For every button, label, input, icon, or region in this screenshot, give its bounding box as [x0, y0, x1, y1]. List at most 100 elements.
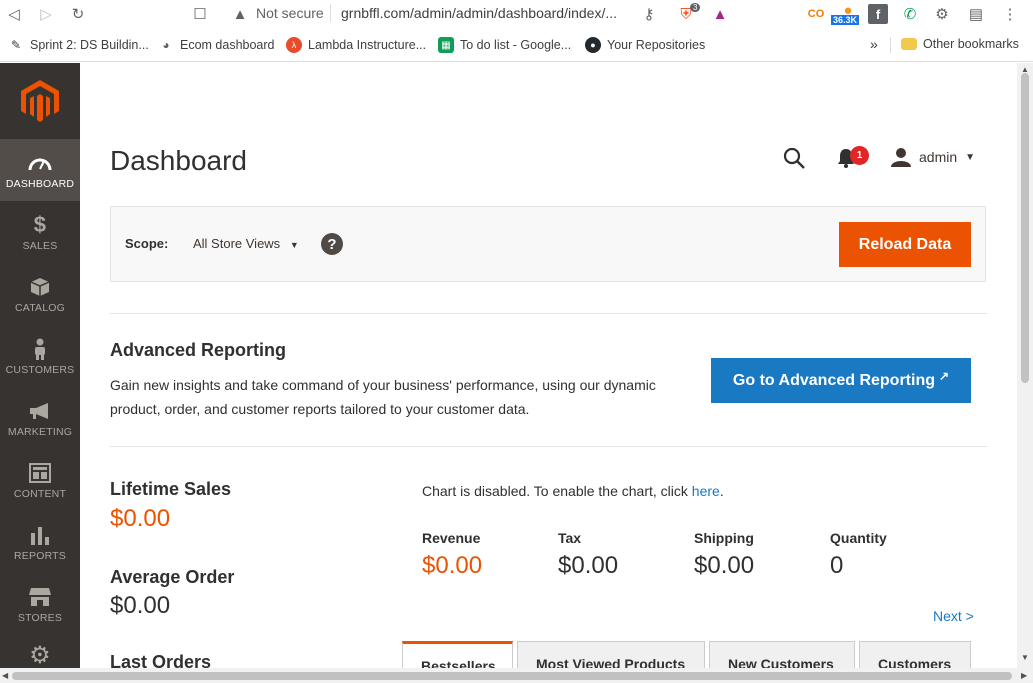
- scroll-left-arrow-icon[interactable]: ◀: [2, 671, 8, 680]
- key-icon[interactable]: ⚷: [639, 4, 659, 24]
- back-icon[interactable]: ◁: [4, 4, 24, 24]
- nav-label: CUSTOMERS: [5, 363, 75, 376]
- bookmarks-overflow-button[interactable]: »: [870, 36, 878, 52]
- tab-bestsellers[interactable]: Bestsellers: [402, 641, 513, 668]
- address-bar[interactable]: grnbffl.com/admin/admin/dashboard/index/…: [341, 5, 617, 21]
- wallet-icon[interactable]: ▤: [966, 4, 986, 24]
- bookmark-label: To do list - Google...: [460, 38, 572, 52]
- bar-chart-icon: [29, 523, 51, 547]
- scroll-right-arrow-icon[interactable]: ▶: [1021, 671, 1027, 680]
- horizontal-scrollbar[interactable]: ◀ ▶: [0, 668, 1033, 683]
- nav-label: REPORTS: [14, 549, 66, 562]
- github-icon: ●: [585, 37, 601, 53]
- nav-label: STORES: [17, 611, 63, 624]
- reload-data-button[interactable]: Reload Data: [839, 222, 971, 267]
- bookmark-lambda[interactable]: λ Lambda Instructure...: [286, 37, 426, 53]
- chart-message-period: .: [719, 483, 724, 499]
- quantity-value: 0: [830, 552, 844, 579]
- nav-label: DASHBOARD: [5, 177, 75, 190]
- advanced-reporting-button-label: Go to Advanced Reporting: [732, 371, 935, 389]
- store-icon: [28, 585, 52, 609]
- chevron-down-icon: ▼: [289, 240, 299, 250]
- url-separator: [330, 4, 331, 22]
- store-view-switcher[interactable]: All Store Views ▼: [193, 236, 299, 251]
- bookmark-todo[interactable]: ▦ To do list - Google...: [438, 37, 571, 53]
- tab-customers[interactable]: Customers: [859, 641, 971, 668]
- layout-icon: [29, 461, 51, 485]
- bookmark-ecom[interactable]: ◕ Ecom dashboard: [158, 37, 275, 53]
- next-link[interactable]: Next >: [933, 608, 974, 624]
- enable-chart-link[interactable]: here: [692, 483, 720, 499]
- person-icon: [33, 337, 47, 361]
- browser-toolbar: ◁ ▷ ↻ ☐ ▲ Not secure grnbffl.com/admin/a…: [0, 0, 1033, 28]
- lifetime-sales-label: Lifetime Sales: [110, 479, 232, 499]
- nav-stores[interactable]: STORES: [0, 573, 80, 635]
- security-label: Not secure: [256, 5, 324, 21]
- scope-label: Scope:: [125, 236, 169, 251]
- bookmark-label: Ecom dashboard: [180, 38, 275, 52]
- chart-disabled-message: Chart is disabled. To enable the chart, …: [422, 483, 724, 499]
- globe-icon: ◕: [162, 38, 170, 52]
- vertical-scroll-thumb[interactable]: [1021, 73, 1029, 383]
- box-icon: [30, 275, 50, 299]
- bookmark-star-icon[interactable]: ☐: [190, 4, 210, 24]
- nav-catalog[interactable]: CATALOG: [0, 263, 80, 325]
- forward-icon[interactable]: ▷: [36, 4, 56, 24]
- bookmarks-separator: [890, 37, 891, 53]
- nav-label: SALES: [22, 239, 58, 252]
- advanced-reporting-text: Gain new insights and take command of yo…: [110, 377, 656, 417]
- tax-total: Tax $0.00: [558, 530, 618, 580]
- nav-sales[interactable]: $ SALES: [0, 201, 80, 263]
- admin-user-menu[interactable]: admin ▼: [891, 147, 975, 167]
- dashboard-tabs: Bestsellers Most Viewed Products New Cus…: [402, 641, 971, 668]
- advanced-reporting-title: Advanced Reporting: [110, 340, 287, 360]
- scope-help-icon[interactable]: ?: [321, 233, 343, 255]
- revenue-label: Revenue: [422, 530, 481, 546]
- magento-logo[interactable]: [0, 63, 80, 139]
- sheets-icon: ▦: [438, 37, 454, 53]
- nav-label: CATALOG: [14, 301, 66, 314]
- tax-label: Tax: [558, 530, 582, 546]
- admin-sidebar: DASHBOARD $ SALES CATALOG CUSTOMERS MARK…: [0, 63, 80, 668]
- nav-label: MARKETING: [7, 425, 73, 438]
- menu-icon[interactable]: ⋮: [1000, 4, 1020, 24]
- other-bookmarks[interactable]: Other bookmarks: [901, 37, 1019, 51]
- lifetime-sales-value: $0.00: [110, 505, 171, 532]
- average-order-value: $0.00: [110, 592, 171, 619]
- shipping-total: Shipping $0.00: [694, 530, 754, 580]
- nav-reports[interactable]: REPORTS: [0, 511, 80, 573]
- divider: [110, 446, 987, 447]
- horizontal-scroll-thumb[interactable]: [12, 672, 1012, 680]
- bookmarks-bar: ✎ Sprint 2: DS Buildin... ◕ Ecom dashboa…: [0, 28, 1033, 62]
- go-to-advanced-reporting-button[interactable]: Go to Advanced Reporting ↗: [711, 358, 971, 403]
- vertical-scrollbar[interactable]: ▲ ▼: [1017, 63, 1033, 668]
- scroll-down-arrow-icon[interactable]: ▼: [1021, 653, 1029, 662]
- nav-marketing[interactable]: MARKETING: [0, 387, 80, 449]
- magento-logo-icon: [21, 80, 59, 122]
- lambda-icon: λ: [286, 37, 302, 53]
- brave-rewards-icon[interactable]: ▲: [710, 4, 730, 24]
- scope-bar: Scope: All Store Views ▼ ? Reload Data: [110, 206, 986, 282]
- nav-content[interactable]: CONTENT: [0, 449, 80, 511]
- bookmark-repos[interactable]: ● Your Repositories: [585, 37, 705, 53]
- folder-icon: [901, 38, 917, 50]
- phone-ext-icon[interactable]: ✆: [900, 4, 920, 24]
- shipping-label: Shipping: [694, 530, 754, 546]
- page-title: Dashboard: [110, 145, 247, 176]
- bookmark-label: Your Repositories: [607, 38, 706, 52]
- facebook-ext-icon[interactable]: f: [868, 4, 888, 24]
- nav-customers[interactable]: CUSTOMERS: [0, 325, 80, 387]
- extensions-puzzle-icon[interactable]: ⚙: [932, 4, 952, 24]
- nav-dashboard[interactable]: DASHBOARD: [0, 139, 80, 201]
- chart-message-text: Chart is disabled. To enable the chart, …: [422, 483, 692, 499]
- brave-count-badge: 3: [690, 3, 701, 12]
- nav-system[interactable]: ⚙: [0, 635, 80, 669]
- tab-most-viewed-products[interactable]: Most Viewed Products: [517, 641, 705, 668]
- tab-new-customers[interactable]: New Customers: [709, 641, 855, 668]
- reload-icon[interactable]: ↻: [68, 4, 88, 24]
- search-icon[interactable]: [783, 147, 805, 174]
- revenue-value: $0.00: [422, 552, 483, 579]
- bookmark-sprint[interactable]: ✎ Sprint 2: DS Buildin...: [8, 37, 149, 53]
- divider: [110, 313, 987, 314]
- coupon-ext-icon[interactable]: CO: [806, 4, 826, 24]
